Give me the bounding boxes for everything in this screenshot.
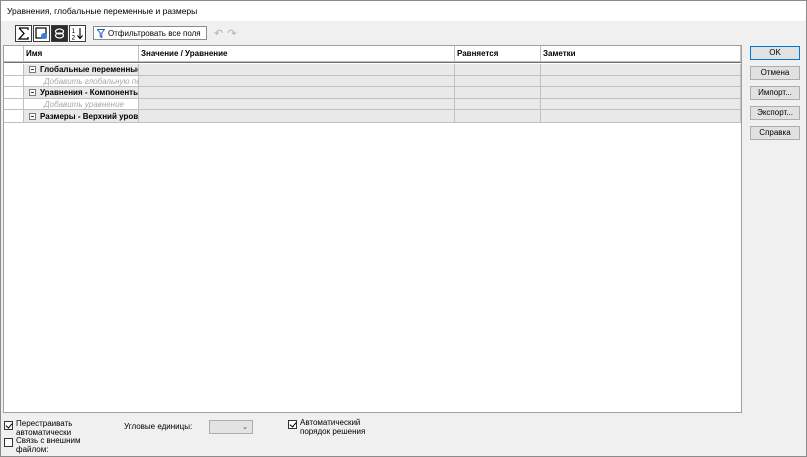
svg-text:2: 2	[72, 34, 76, 40]
filter-field[interactable]: Отфильтровать все поля	[93, 26, 207, 40]
column-header-notes[interactable]: Заметки	[541, 46, 741, 62]
value-cell[interactable]	[139, 87, 455, 99]
collapse-icon[interactable]	[29, 89, 36, 96]
table-row: Размеры - Верхний уровен	[4, 110, 741, 123]
options-panel: Перестраивать автоматически Связь с внеш…	[1, 415, 806, 456]
notes-cell[interactable]	[541, 110, 741, 123]
row-selector[interactable]	[4, 87, 24, 99]
add-equation-cell[interactable]: Добавить уравнение	[24, 99, 139, 110]
link-file-checkbox[interactable]: Связь с внешним файлом:	[4, 436, 86, 454]
import-button[interactable]: Импорт...	[750, 86, 800, 100]
notes-cell[interactable]	[541, 76, 741, 87]
export-button[interactable]: Экспорт...	[750, 106, 800, 120]
filter-text: Отфильтровать все поля	[108, 28, 201, 38]
notes-cell[interactable]	[541, 64, 741, 76]
group-equations-components[interactable]: Уравнения - Компоненты	[24, 87, 139, 99]
row-selector[interactable]	[4, 76, 24, 87]
notes-cell[interactable]	[541, 87, 741, 99]
column-header-evaluates[interactable]: Равняется	[455, 46, 541, 62]
row-selector[interactable]	[4, 110, 24, 123]
ok-button[interactable]: OK	[750, 46, 800, 60]
title-bar: Уравнения, глобальные переменные и разме…	[1, 1, 806, 21]
column-header-value[interactable]: Значение / Уравнение	[139, 46, 455, 62]
redo-icon[interactable]: ↷	[227, 27, 236, 40]
link-file-label: Связь с внешним файлом:	[16, 436, 81, 454]
auto-solve-checkbox[interactable]: Автоматический порядок решения	[288, 418, 385, 436]
row-selector[interactable]	[4, 64, 24, 76]
notes-cell[interactable]	[541, 99, 741, 110]
value-cell[interactable]	[139, 76, 455, 87]
equations-grid: Имя Значение / Уравнение Равняется Замет…	[3, 45, 742, 413]
auto-solve-label: Автоматический порядок решения	[300, 418, 366, 436]
window-title: Уравнения, глобальные переменные и разме…	[7, 6, 198, 16]
evaluates-cell	[455, 87, 541, 99]
sort-icon[interactable]: 12	[69, 24, 86, 42]
header-corner	[4, 46, 24, 62]
checkbox-auto-solve[interactable]	[288, 420, 297, 429]
table-row: Глобальные переменные	[4, 64, 741, 76]
cancel-button[interactable]: Отмена	[750, 66, 800, 80]
column-header-name[interactable]: Имя	[24, 46, 139, 62]
auto-rebuild-checkbox[interactable]: Перестраивать автоматически	[4, 419, 96, 437]
table-row: Добавить глобальную пере	[4, 76, 741, 87]
undo-icon[interactable]: ↶	[214, 27, 223, 40]
evaluates-cell	[455, 110, 541, 123]
group-global-variables[interactable]: Глобальные переменные	[24, 64, 139, 76]
view-icon[interactable]	[33, 24, 50, 42]
checkbox-auto-rebuild[interactable]	[4, 421, 13, 430]
chevron-down-icon: ⌄	[242, 424, 248, 431]
layers-icon[interactable]	[51, 24, 68, 42]
value-cell[interactable]	[139, 110, 455, 123]
table-row: Добавить уравнение	[4, 99, 741, 110]
row-selector[interactable]	[4, 99, 24, 110]
value-cell[interactable]	[139, 64, 455, 76]
collapse-icon[interactable]	[29, 66, 36, 73]
sum-icon[interactable]	[15, 24, 32, 42]
help-button[interactable]: Справка	[750, 126, 800, 140]
grid-header: Имя Значение / Уравнение Равняется Замет…	[4, 46, 741, 63]
auto-rebuild-label: Перестраивать автоматически	[16, 419, 73, 437]
value-cell[interactable]	[139, 99, 455, 110]
evaluates-cell	[455, 99, 541, 110]
funnel-icon	[97, 28, 105, 38]
add-global-variable-cell[interactable]: Добавить глобальную пере	[24, 76, 139, 87]
collapse-icon[interactable]	[29, 112, 36, 120]
table-row: Уравнения - Компоненты	[4, 87, 741, 99]
angle-units-label: Угловые единицы:	[124, 422, 193, 431]
evaluates-cell	[455, 76, 541, 87]
toolbar: 12 Отфильтровать все поля ↶ ↷	[15, 24, 236, 42]
evaluates-cell	[455, 64, 541, 76]
group-dimensions-top-level[interactable]: Размеры - Верхний уровен	[24, 110, 139, 123]
checkbox-link-file[interactable]	[4, 438, 13, 447]
angle-units-select[interactable]: ⌄	[209, 420, 253, 434]
equations-dialog: Уравнения, глобальные переменные и разме…	[0, 0, 807, 457]
